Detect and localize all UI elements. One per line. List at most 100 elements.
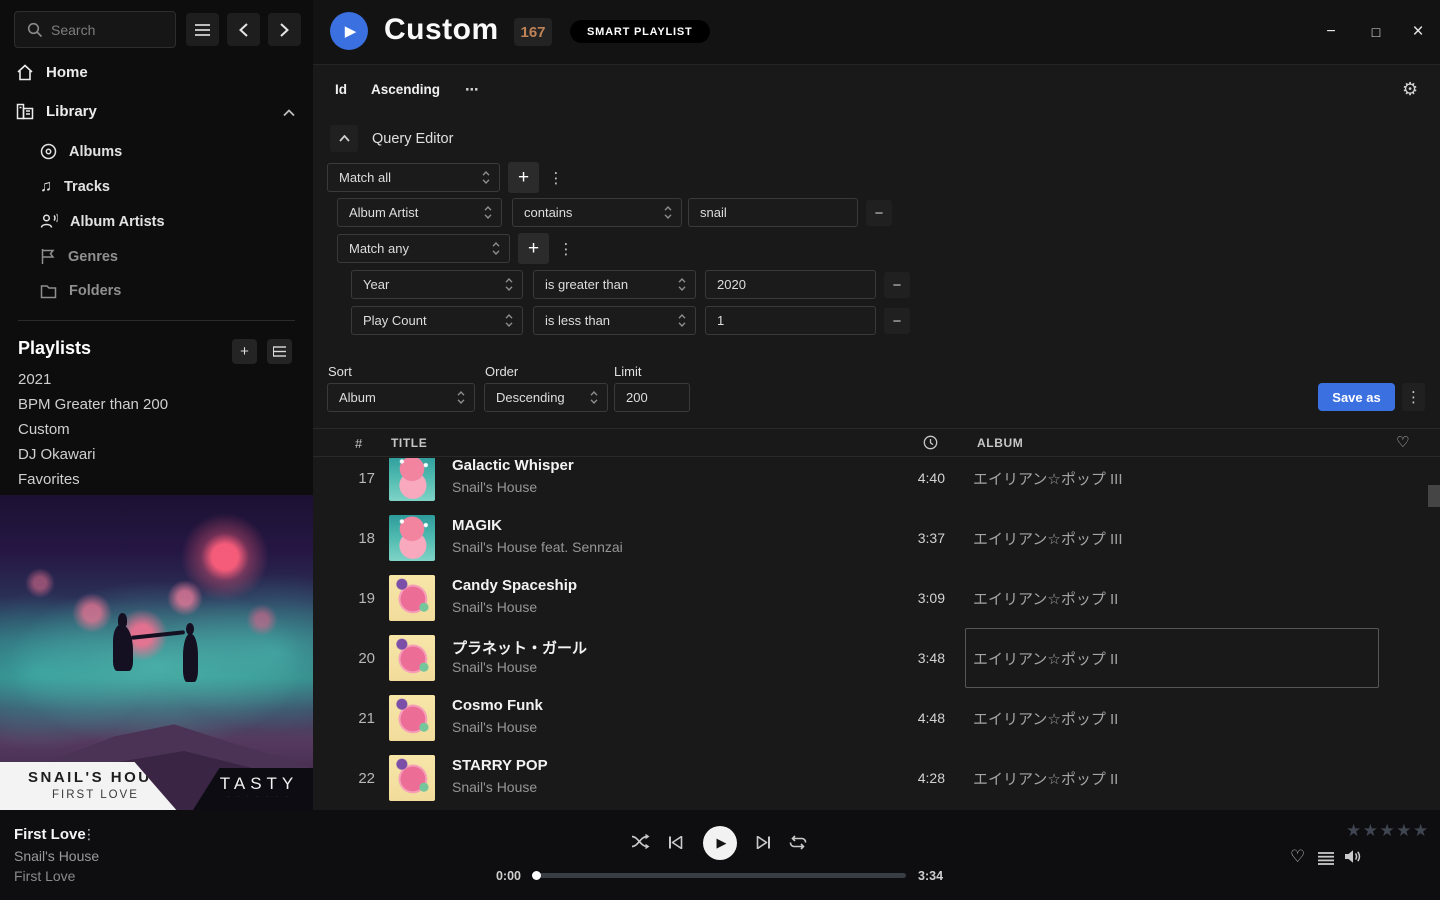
playlist-item[interactable]: DJ Okawari xyxy=(18,446,96,463)
limit-input[interactable] xyxy=(614,383,690,412)
match-type-select[interactable]: Match all xyxy=(327,163,500,192)
track-title: MAGIK xyxy=(452,517,502,534)
track-title: Cosmo Funk xyxy=(452,697,543,714)
volume-button[interactable] xyxy=(1344,849,1361,864)
title-column-header[interactable]: TITLE xyxy=(391,436,427,450)
save-as-button[interactable]: Save as xyxy=(1318,383,1395,411)
sidebar-item-folders[interactable]: Folders xyxy=(40,283,121,299)
rule-value-input[interactable] xyxy=(705,270,876,299)
album-column-header[interactable]: ALBUM xyxy=(977,436,1023,450)
track-row[interactable]: 20 プラネット・ガール Snail's House 3:48 エイリアン☆ポッ… xyxy=(313,628,1440,688)
rule-operator-select[interactable]: is greater than xyxy=(533,270,696,299)
duration-column-header[interactable] xyxy=(923,435,938,450)
settings-button[interactable]: ⚙ xyxy=(1402,79,1418,100)
playlist-list-button[interactable] xyxy=(267,339,292,364)
rule-field-select[interactable]: Year xyxy=(351,270,523,299)
track-row[interactable]: 18 MAGIK Snail's House feat. Sennzai 3:3… xyxy=(313,508,1440,568)
menu-button[interactable] xyxy=(186,13,219,46)
playlist-item[interactable]: Favorites xyxy=(18,471,80,488)
sidebar-item-library[interactable]: Library xyxy=(16,103,97,120)
seek-handle[interactable] xyxy=(532,871,541,880)
collapse-query-editor-button[interactable] xyxy=(330,125,358,152)
figure-silhouette xyxy=(113,625,133,671)
select-stepper-icon xyxy=(492,241,500,256)
playlist-item[interactable]: 2021 xyxy=(18,371,51,388)
plus-icon: + xyxy=(240,343,249,360)
shuffle-button[interactable] xyxy=(631,833,652,850)
rule-operator-select[interactable]: is less than xyxy=(533,306,696,335)
select-stepper-icon xyxy=(505,313,513,328)
sidebar: Home Library Albums ♫ Tracks xyxy=(0,0,313,810)
close-icon: × xyxy=(1412,21,1423,43)
minimize-icon: − xyxy=(1326,23,1335,41)
track-row[interactable]: 19 Candy Spaceship Snail's House 3:09 エイ… xyxy=(313,568,1440,628)
chevron-right-icon xyxy=(280,23,289,37)
next-button[interactable] xyxy=(756,836,771,849)
index-column-header[interactable]: # xyxy=(355,436,363,451)
remove-rule-button[interactable]: − xyxy=(884,308,910,334)
close-button[interactable]: × xyxy=(1402,17,1434,47)
tracklist-header: # TITLE ALBUM ♡ xyxy=(313,428,1440,457)
rule-value-input[interactable] xyxy=(688,198,858,227)
add-rule-button[interactable]: + xyxy=(518,233,549,264)
group-menu-button[interactable]: ⋮ xyxy=(557,233,575,264)
rule-operator-select[interactable]: contains xyxy=(512,198,682,227)
search-input[interactable] xyxy=(51,12,171,47)
playlist-item[interactable]: BPM Greater than 200 xyxy=(18,396,168,413)
more-horizontal-icon: ⋯ xyxy=(465,82,479,97)
scrollbar-thumb[interactable] xyxy=(1428,485,1440,507)
track-row[interactable]: 17 Galactic Whisper Snail's House 4:40 エ… xyxy=(313,458,1440,508)
sidebar-item-genres[interactable]: Genres xyxy=(40,248,118,265)
match-type-select[interactable]: Match any xyxy=(337,234,510,263)
hamburger-icon xyxy=(195,24,210,36)
favorite-column-header[interactable]: ♡ xyxy=(1396,433,1410,451)
sidebar-item-albums[interactable]: Albums xyxy=(40,143,122,160)
sort-direction-button[interactable]: Ascending xyxy=(371,82,440,97)
add-rule-button[interactable]: + xyxy=(508,162,539,193)
sort-select[interactable]: Album xyxy=(327,383,475,412)
play-pause-button[interactable]: ▶ xyxy=(703,826,737,860)
order-select[interactable]: Descending xyxy=(484,383,608,412)
previous-button[interactable] xyxy=(668,836,683,849)
sidebar-item-album-artists[interactable]: Album Artists xyxy=(40,213,165,230)
label-name: TASTY xyxy=(205,774,313,794)
play-playlist-button[interactable]: ▶ xyxy=(330,12,368,50)
track-artwork xyxy=(389,635,435,681)
now-playing-menu-button[interactable]: ⋮ xyxy=(82,826,96,843)
track-row[interactable]: 21 Cosmo Funk Snail's House 4:48 エイリアン☆ポ… xyxy=(313,688,1440,748)
remove-rule-button[interactable]: − xyxy=(884,272,910,298)
chevron-up-icon[interactable] xyxy=(283,109,295,117)
track-artist: Snail's House xyxy=(452,479,537,495)
rule-field-select[interactable]: Play Count xyxy=(351,306,523,335)
queue-button[interactable] xyxy=(1318,852,1334,865)
queue-icon xyxy=(1318,852,1334,865)
track-artwork xyxy=(389,458,435,501)
maximize-button[interactable]: □ xyxy=(1360,17,1392,47)
seek-bar[interactable] xyxy=(534,873,906,878)
favorite-button[interactable]: ♡ xyxy=(1290,847,1305,867)
home-icon xyxy=(16,64,34,81)
sort-field-button[interactable]: Id xyxy=(335,82,347,97)
sidebar-item-label: Albums xyxy=(69,144,122,160)
nav-back-button[interactable] xyxy=(227,13,260,46)
playlist-item[interactable]: Custom xyxy=(18,421,70,438)
minimize-button[interactable]: − xyxy=(1315,17,1347,47)
track-row[interactable]: 22 STARRY POP Snail's House 4:28 エイリアン☆ポ… xyxy=(313,748,1440,808)
sidebar-item-tracks[interactable]: ♫ Tracks xyxy=(40,178,110,196)
titlebar: ▶ Custom 167 SMART PLAYLIST − □ × xyxy=(313,0,1440,65)
more-options-button[interactable]: ⋯ xyxy=(465,82,479,98)
remove-rule-button[interactable]: − xyxy=(866,200,892,226)
track-artwork xyxy=(389,755,435,801)
search-box[interactable] xyxy=(14,11,176,48)
rule-field-select[interactable]: Album Artist xyxy=(337,198,502,227)
add-playlist-button[interactable]: + xyxy=(232,339,257,364)
rule-value-input[interactable] xyxy=(705,306,876,335)
group-menu-button[interactable]: ⋮ xyxy=(547,162,565,193)
nav-forward-button[interactable] xyxy=(268,13,301,46)
repeat-button[interactable] xyxy=(788,835,808,850)
sidebar-item-label: Folders xyxy=(69,283,121,299)
rating-stars[interactable]: ★★★★★ xyxy=(1346,821,1430,841)
save-menu-button[interactable]: ⋮ xyxy=(1402,383,1425,411)
play-icon: ▶ xyxy=(717,835,727,851)
sidebar-item-home[interactable]: Home xyxy=(16,64,88,81)
